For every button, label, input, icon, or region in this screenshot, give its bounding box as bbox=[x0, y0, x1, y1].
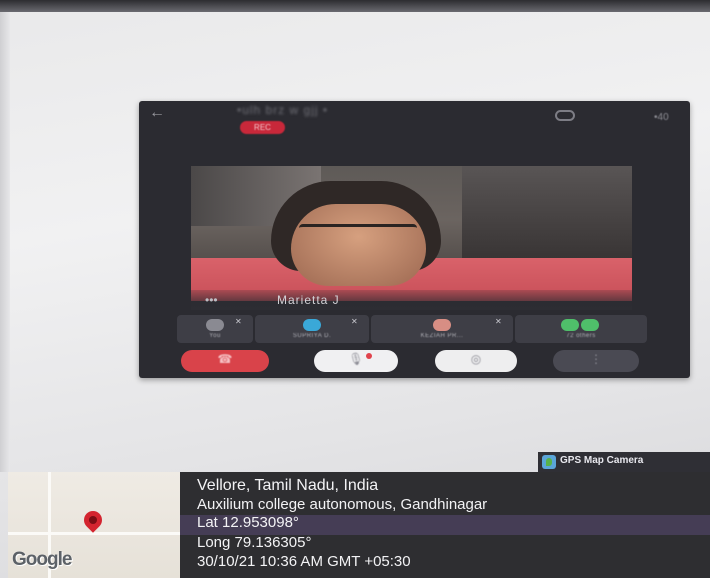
participant-tile-others[interactable]: 72 others bbox=[515, 315, 647, 343]
avatar bbox=[561, 319, 579, 331]
google-logo: Google bbox=[12, 549, 72, 570]
speaker-name: Marietta J bbox=[277, 293, 340, 307]
participant-label: You bbox=[209, 333, 221, 339]
participant-label: KEZIAH PR... bbox=[420, 333, 464, 339]
gps-app-label: GPS Map Camera bbox=[560, 455, 644, 466]
participant-label: SUPRIYA D. bbox=[292, 333, 332, 339]
recording-badge: REC bbox=[240, 121, 285, 134]
mic-off-icon: ✕ bbox=[495, 317, 502, 326]
avatar bbox=[303, 319, 321, 331]
meeting-screen: ← •ulh brz w gjj • REC •40 ••• Marietta … bbox=[139, 101, 690, 378]
participant-tile-supriya[interactable]: ✕ SUPRIYA D. bbox=[255, 315, 369, 343]
avatar bbox=[581, 319, 599, 331]
map-road bbox=[8, 532, 180, 535]
speaker-face bbox=[291, 204, 426, 286]
participant-tile-you[interactable]: ✕ You bbox=[177, 315, 253, 343]
timestamp: 30/10/21 10:36 AM GMT +05:30 bbox=[197, 553, 411, 570]
gps-app-tag: GPS Map Camera bbox=[538, 452, 710, 472]
gps-map-camera-icon bbox=[542, 455, 556, 469]
camera-toggle-button[interactable]: ◎ bbox=[435, 350, 517, 372]
location-address: Auxilium college autonomous, Gandhinagar bbox=[197, 496, 488, 513]
longitude: Long 79.136305° bbox=[197, 534, 312, 551]
mute-indicator bbox=[366, 353, 372, 359]
location-map-thumbnail: Google bbox=[8, 472, 180, 578]
end-call-button[interactable]: ☎ bbox=[181, 350, 269, 372]
latitude: Lat 12.953098° bbox=[197, 514, 299, 531]
camera-off-icon: ◎ bbox=[470, 352, 482, 366]
microphone-icon: 🎙 bbox=[348, 352, 364, 366]
more-options-button[interactable]: ⋮ bbox=[553, 350, 639, 372]
gps-icon-pin bbox=[546, 458, 552, 466]
monitor-top-edge bbox=[0, 0, 710, 12]
speaker-name-bar: ••• Marietta J bbox=[191, 290, 632, 310]
mute-button[interactable]: 🎙 bbox=[314, 350, 398, 372]
participant-tile-keziah[interactable]: ✕ KEZIAH PR... bbox=[371, 315, 513, 343]
location-place: Vellore, Tamil Nadu, India bbox=[197, 477, 379, 494]
camera-switch-icon[interactable] bbox=[555, 110, 575, 121]
back-arrow-icon[interactable]: ← bbox=[149, 105, 167, 121]
map-pin-dot bbox=[87, 514, 99, 526]
gps-info-panel: Vellore, Tamil Nadu, India Auxilium coll… bbox=[180, 472, 710, 578]
main-video-tile[interactable] bbox=[191, 166, 632, 301]
mic-off-icon: ✕ bbox=[351, 317, 358, 326]
monitor-left-edge bbox=[0, 12, 10, 472]
meeting-title: •ulh brz w gjj • bbox=[237, 103, 329, 117]
volume-icon[interactable]: •40 bbox=[654, 112, 674, 124]
more-vert-icon: ⋮ bbox=[590, 352, 602, 366]
mic-off-icon: ✕ bbox=[235, 317, 242, 326]
avatar bbox=[433, 319, 451, 331]
phone-hangup-icon: ☎ bbox=[217, 352, 233, 366]
map-pin-icon bbox=[80, 507, 106, 533]
participant-label: 72 others bbox=[566, 333, 596, 339]
speaker-glasses bbox=[299, 224, 417, 239]
avatar bbox=[206, 319, 224, 331]
speaker-options-icon[interactable]: ••• bbox=[205, 293, 218, 307]
